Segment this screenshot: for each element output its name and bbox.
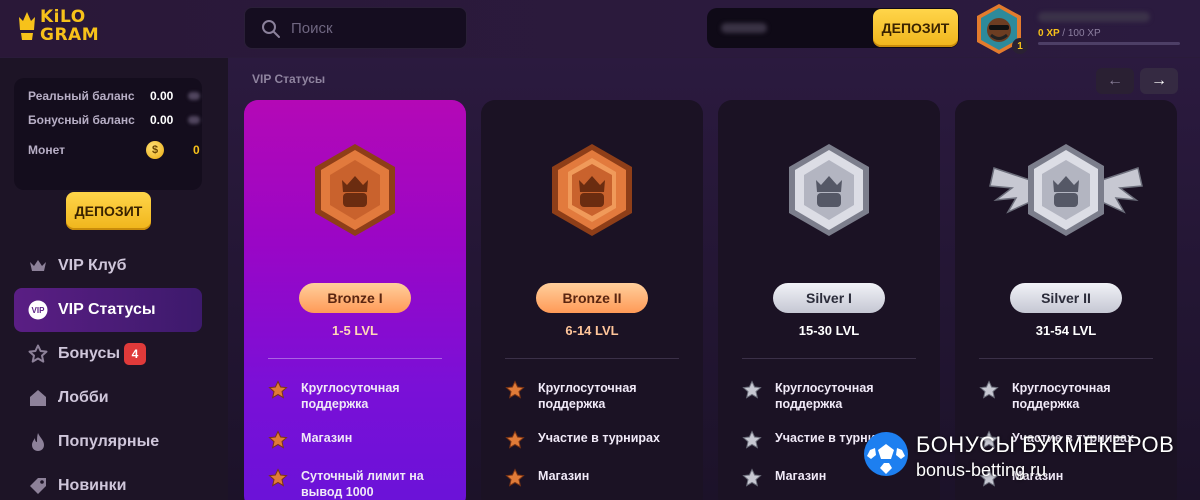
coins-value: 0	[193, 143, 200, 157]
level-range: 6-14 LVL	[565, 323, 619, 338]
sidebar-item-new[interactable]: Новинки	[14, 464, 202, 500]
xp-current: 0 XP	[1038, 28, 1060, 39]
bronze-star-icon	[268, 468, 288, 487]
bronze-star-icon	[505, 468, 525, 487]
perk-text: Суточный лимит на вывод 1000	[301, 469, 424, 499]
sidebar-item-vip-statuses[interactable]: VIP VIP Статусы	[14, 288, 202, 332]
vip-icon-text: VIP	[32, 306, 46, 315]
top-header: KiLO GRAM ДЕПОЗИТ 1 0 XP / 100 XP	[0, 0, 1200, 58]
logo-crown-icon	[19, 12, 35, 40]
perk-text: Круглосуточная поддержка	[538, 381, 637, 411]
crown-icon	[30, 260, 46, 271]
perk-text: Участие в турнирах	[538, 431, 660, 445]
divider	[268, 358, 442, 359]
xp-separator: /	[1062, 28, 1066, 39]
logo-word-1: KiLO	[40, 7, 86, 27]
avatar[interactable]: 1	[972, 2, 1028, 56]
bronze-star-icon	[268, 430, 288, 449]
watermark-url: bonus-betting.ru	[916, 460, 1047, 480]
sidebar-item-label: Популярные	[58, 433, 160, 450]
user-name-hidden	[1038, 12, 1150, 22]
tier-label: Silver I	[773, 283, 885, 313]
perk-text: Круглосуточная поддержка	[775, 381, 874, 411]
tier-label: Bronze II	[536, 283, 648, 313]
watermark-title: БОНУСЫ БУКМЕКЕРОВ	[916, 432, 1175, 457]
vip-card-bronze-1[interactable]: Bronze I 1-5 LVL Круглосуточная поддержк…	[244, 100, 466, 500]
silver-winged-badge-icon	[989, 144, 1143, 236]
real-balance-row: Реальный баланс 0.00	[28, 87, 200, 105]
user-level-badge: 1	[1012, 38, 1028, 54]
bonus-balance-value: 0.00	[150, 113, 174, 127]
level-range: 31-54 LVL	[1035, 323, 1097, 338]
coins-row: Монет $ 0	[28, 141, 200, 159]
fire-icon	[32, 433, 44, 451]
xp-progress-bar	[1038, 42, 1180, 45]
sidebar-item-lobby[interactable]: Лобби	[14, 376, 202, 420]
xp-text: 0 XP / 100 XP	[1038, 28, 1101, 39]
silver-star-icon	[742, 468, 762, 487]
perk-text: Магазин	[301, 431, 353, 445]
divider	[742, 358, 916, 359]
perk-text: Круглосуточная поддержка	[1012, 381, 1111, 411]
real-balance-value: 0.00	[150, 89, 174, 103]
bonus-balance-label: Бонусный баланс	[28, 113, 135, 127]
sidebar-item-label: Лобби	[58, 389, 109, 406]
carousel-prev-button[interactable]: ←	[1096, 68, 1134, 94]
home-icon	[30, 390, 46, 406]
bonus-count-badge: 4	[124, 343, 146, 365]
tier-label: Bronze I	[299, 283, 411, 313]
real-balance-label: Реальный баланс	[28, 89, 135, 103]
search-input[interactable]	[291, 16, 456, 40]
xp-total: 100 XP	[1067, 28, 1101, 39]
level-range: 1-5 LVL	[332, 323, 378, 338]
search-icon	[262, 20, 280, 38]
sidebar-item-vip-club[interactable]: VIP Клуб	[14, 244, 202, 288]
search-box[interactable]	[244, 7, 467, 49]
perk-text: Круглосуточная поддержка	[301, 381, 400, 411]
carousel-next-button[interactable]: →	[1140, 68, 1178, 94]
header-deposit-button[interactable]: ДЕПОЗИТ	[873, 9, 958, 47]
bonus-balance-currency-hidden	[188, 116, 200, 124]
sidebar-item-label: VIP Статусы	[58, 301, 156, 318]
coin-icon: $	[146, 141, 164, 159]
sidebar-deposit-button[interactable]: ДЕПОЗИТ	[66, 192, 151, 230]
header-balance-hidden	[721, 23, 767, 33]
silver-star-icon	[742, 430, 762, 449]
sidebar-item-label: Новинки	[58, 477, 127, 494]
star-icon	[28, 344, 48, 363]
sidebar: Реальный баланс 0.00 Бонусный баланс 0.0…	[0, 58, 228, 500]
coins-label: Монет	[28, 143, 65, 157]
divider	[979, 358, 1153, 359]
silver-hex-badge-icon	[789, 144, 869, 236]
tier-label: Silver II	[1010, 283, 1122, 313]
balance-card: Реальный баланс 0.00 Бонусный баланс 0.0…	[14, 78, 202, 190]
soccer-ball-icon	[864, 432, 908, 476]
level-range: 15-30 LVL	[798, 323, 860, 338]
bronze-star-icon	[268, 380, 288, 399]
bronze-star-icon	[505, 380, 525, 399]
watermark: БОНУСЫ БУКМЕКЕРОВ bonus-betting.ru	[862, 430, 1192, 494]
silver-star-icon	[742, 380, 762, 399]
sidebar-item-popular[interactable]: Популярные	[14, 420, 202, 464]
vip-icon: VIP	[28, 300, 48, 320]
silver-star-icon	[979, 380, 999, 399]
bronze-hex-badge-icon	[315, 144, 395, 236]
page-title: VIP Статусы	[252, 72, 326, 86]
real-balance-currency-hidden	[188, 92, 200, 100]
bronze-star-icon	[505, 430, 525, 449]
divider	[505, 358, 679, 359]
bronze-hex-badge-icon	[552, 144, 632, 236]
logo-word-2: GRAM	[40, 25, 100, 45]
vip-card-bronze-2[interactable]: Bronze II 6-14 LVL Круглосуточная поддер…	[481, 100, 703, 500]
tag-icon	[30, 478, 46, 494]
sidebar-item-label: VIP Клуб	[58, 257, 127, 274]
bonus-balance-row: Бонусный баланс 0.00	[28, 111, 200, 129]
sidebar-item-bonuses[interactable]: Бонусы 4	[14, 332, 202, 376]
perk-text: Магазин	[538, 469, 590, 483]
sidebar-item-label: Бонусы	[58, 345, 120, 362]
kilogram-logo[interactable]: KiLO GRAM	[18, 6, 100, 46]
